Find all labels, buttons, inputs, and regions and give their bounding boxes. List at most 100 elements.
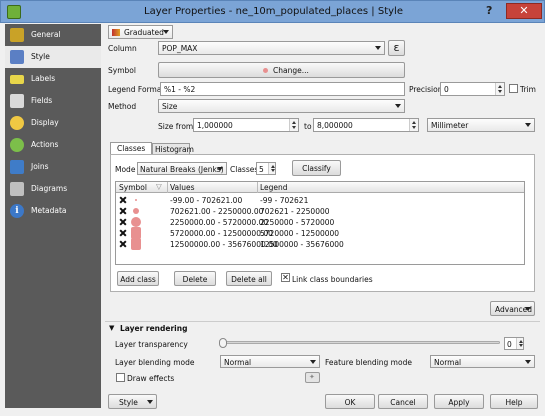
renderer-select[interactable]: Graduated xyxy=(108,25,173,39)
feature-blending-value: Normal xyxy=(434,358,462,367)
cancel-button[interactable]: Cancel xyxy=(378,394,428,409)
header-symbol[interactable]: Symbol xyxy=(119,183,147,192)
mode-select[interactable]: Natural Breaks (Jenks) xyxy=(137,162,227,175)
feature-blending-select[interactable]: Normal xyxy=(430,355,535,368)
classes-count-value: 5 xyxy=(259,165,264,174)
effects-settings-button[interactable]: ✦ xyxy=(305,372,320,383)
sidebar-item-metadata[interactable]: i Metadata xyxy=(5,200,101,222)
table-row[interactable]: 12500000.00 - 35676000.00 12500000 - 356… xyxy=(116,238,524,250)
close-button[interactable]: ✕ xyxy=(506,3,542,19)
sidebar-item-label: Joins xyxy=(31,162,49,171)
wrench-screwdriver-icon xyxy=(10,28,24,42)
sidebar-item-joins[interactable]: Joins xyxy=(5,156,101,178)
ok-label: OK xyxy=(344,398,356,407)
expression-button[interactable]: ε xyxy=(388,40,405,56)
effects-star-icon: ✦ xyxy=(309,373,315,381)
sidebar-item-diagrams[interactable]: Diagrams xyxy=(5,178,101,200)
sidebar-item-label: Fields xyxy=(31,96,53,105)
feature-blending-label: Feature blending mode xyxy=(325,358,412,367)
method-label: Method xyxy=(108,102,137,111)
help-context-button[interactable]: ? xyxy=(486,4,492,17)
precision-value: 0 xyxy=(444,85,449,94)
row-checkbox[interactable] xyxy=(120,219,126,225)
classify-button[interactable]: Classify xyxy=(292,160,341,176)
add-class-label: Add class xyxy=(120,275,156,284)
header-legend[interactable]: Legend xyxy=(260,183,288,192)
precision-spinbox[interactable]: 0 xyxy=(440,82,505,96)
method-select[interactable]: Size xyxy=(158,99,405,113)
class-symbol xyxy=(131,238,141,250)
column-select[interactable]: POP_MAX xyxy=(158,41,385,55)
mode-label: Mode xyxy=(115,165,136,174)
help-label: Help xyxy=(505,398,523,407)
legend-format-input[interactable]: %1 - %2 xyxy=(160,82,405,96)
classes-count-label: Classes xyxy=(230,165,259,174)
size-to-spinbox[interactable]: 8,000000 xyxy=(313,118,419,132)
header-values[interactable]: Values xyxy=(170,183,195,192)
row-checkbox[interactable] xyxy=(120,197,126,203)
speech-bubble-icon xyxy=(10,116,24,130)
transparency-spinbox[interactable]: 0 xyxy=(504,337,524,350)
transparency-slider[interactable] xyxy=(219,338,500,348)
delete-all-label: Delete all xyxy=(231,275,267,284)
row-checkbox[interactable] xyxy=(120,230,126,236)
classes-spinbox[interactable]: 5 xyxy=(256,162,276,175)
tab-classes[interactable]: Classes xyxy=(110,142,152,154)
sidebar-item-general[interactable]: General xyxy=(5,24,101,46)
slider-handle[interactable] xyxy=(219,338,227,348)
symbol-label: Symbol xyxy=(108,66,136,75)
apply-label: Apply xyxy=(448,398,470,407)
trim-label: Trim xyxy=(520,85,536,94)
draw-effects-checkbox[interactable] xyxy=(116,373,125,382)
sidebar-item-labels[interactable]: Labels xyxy=(5,68,101,90)
size-from-spinbox[interactable]: 1,000000 xyxy=(193,118,299,132)
table-row[interactable]: 702621.00 - 2250000.00 702621 - 2250000 xyxy=(116,206,524,216)
link-boundaries-checkbox[interactable]: ✕ xyxy=(281,273,290,282)
delete-class-button[interactable]: Delete xyxy=(174,271,216,286)
renderer-value: Graduated xyxy=(124,28,164,37)
style-menu-button[interactable]: Style xyxy=(108,394,157,409)
class-symbol xyxy=(131,217,141,227)
delete-all-button[interactable]: Delete all xyxy=(226,271,272,286)
row-values: 5720000.00 - 12500000.00 xyxy=(170,229,273,238)
join-arrow-icon xyxy=(10,160,24,174)
classify-button-label: Classify xyxy=(302,164,331,173)
style-menu-label: Style xyxy=(119,398,138,407)
layer-rendering-title[interactable]: Layer rendering xyxy=(120,324,187,333)
help-button[interactable]: Help xyxy=(490,394,538,409)
ok-button[interactable]: OK xyxy=(325,394,375,409)
info-icon: i xyxy=(10,204,24,218)
cancel-label: Cancel xyxy=(390,398,416,407)
row-checkbox[interactable] xyxy=(120,208,126,214)
class-symbol xyxy=(135,199,137,201)
table-row[interactable]: 2250000.00 - 5720000.00 2250000 - 572000… xyxy=(116,217,524,227)
column-label: Column xyxy=(108,44,137,53)
tab-histogram[interactable]: Histogram xyxy=(152,143,194,154)
precision-label: Precision xyxy=(409,85,443,94)
layer-blending-select[interactable]: Normal xyxy=(220,355,320,368)
advanced-button[interactable]: Advanced xyxy=(490,301,535,316)
sidebar-item-label: Metadata xyxy=(31,206,67,215)
change-symbol-button[interactable]: Change... xyxy=(158,62,405,78)
sidebar-item-label: Style xyxy=(31,52,50,61)
size-unit-select[interactable]: Millimeter xyxy=(427,118,535,132)
table-row[interactable]: 5720000.00 - 12500000.00 5720000 - 12500… xyxy=(116,227,524,239)
add-class-button[interactable]: Add class xyxy=(117,271,159,286)
trim-checkbox[interactable] xyxy=(509,84,518,93)
sidebar-item-style[interactable]: Style xyxy=(5,46,101,68)
layer-blending-value: Normal xyxy=(224,358,252,367)
sidebar-item-actions[interactable]: Actions xyxy=(5,134,101,156)
row-legend: -99 - 702621 xyxy=(260,196,309,205)
apply-button[interactable]: Apply xyxy=(434,394,484,409)
classes-table: Symbol ▽ Values Legend -99.00 - 702621.0… xyxy=(115,181,525,265)
size-unit-value: Millimeter xyxy=(431,121,469,130)
tab-classes-label: Classes xyxy=(117,144,146,153)
tab-histogram-label: Histogram xyxy=(155,145,194,154)
row-checkbox[interactable] xyxy=(120,241,126,247)
transparency-value: 0 xyxy=(507,340,512,349)
symbol-preview-icon xyxy=(263,68,268,73)
sidebar-item-fields[interactable]: Fields xyxy=(5,90,101,112)
sidebar-item-display[interactable]: Display xyxy=(5,112,101,134)
collapse-arrow-icon[interactable]: ▼ xyxy=(109,324,114,332)
table-row[interactable]: -99.00 - 702621.00 -99 - 702621 xyxy=(116,195,524,205)
